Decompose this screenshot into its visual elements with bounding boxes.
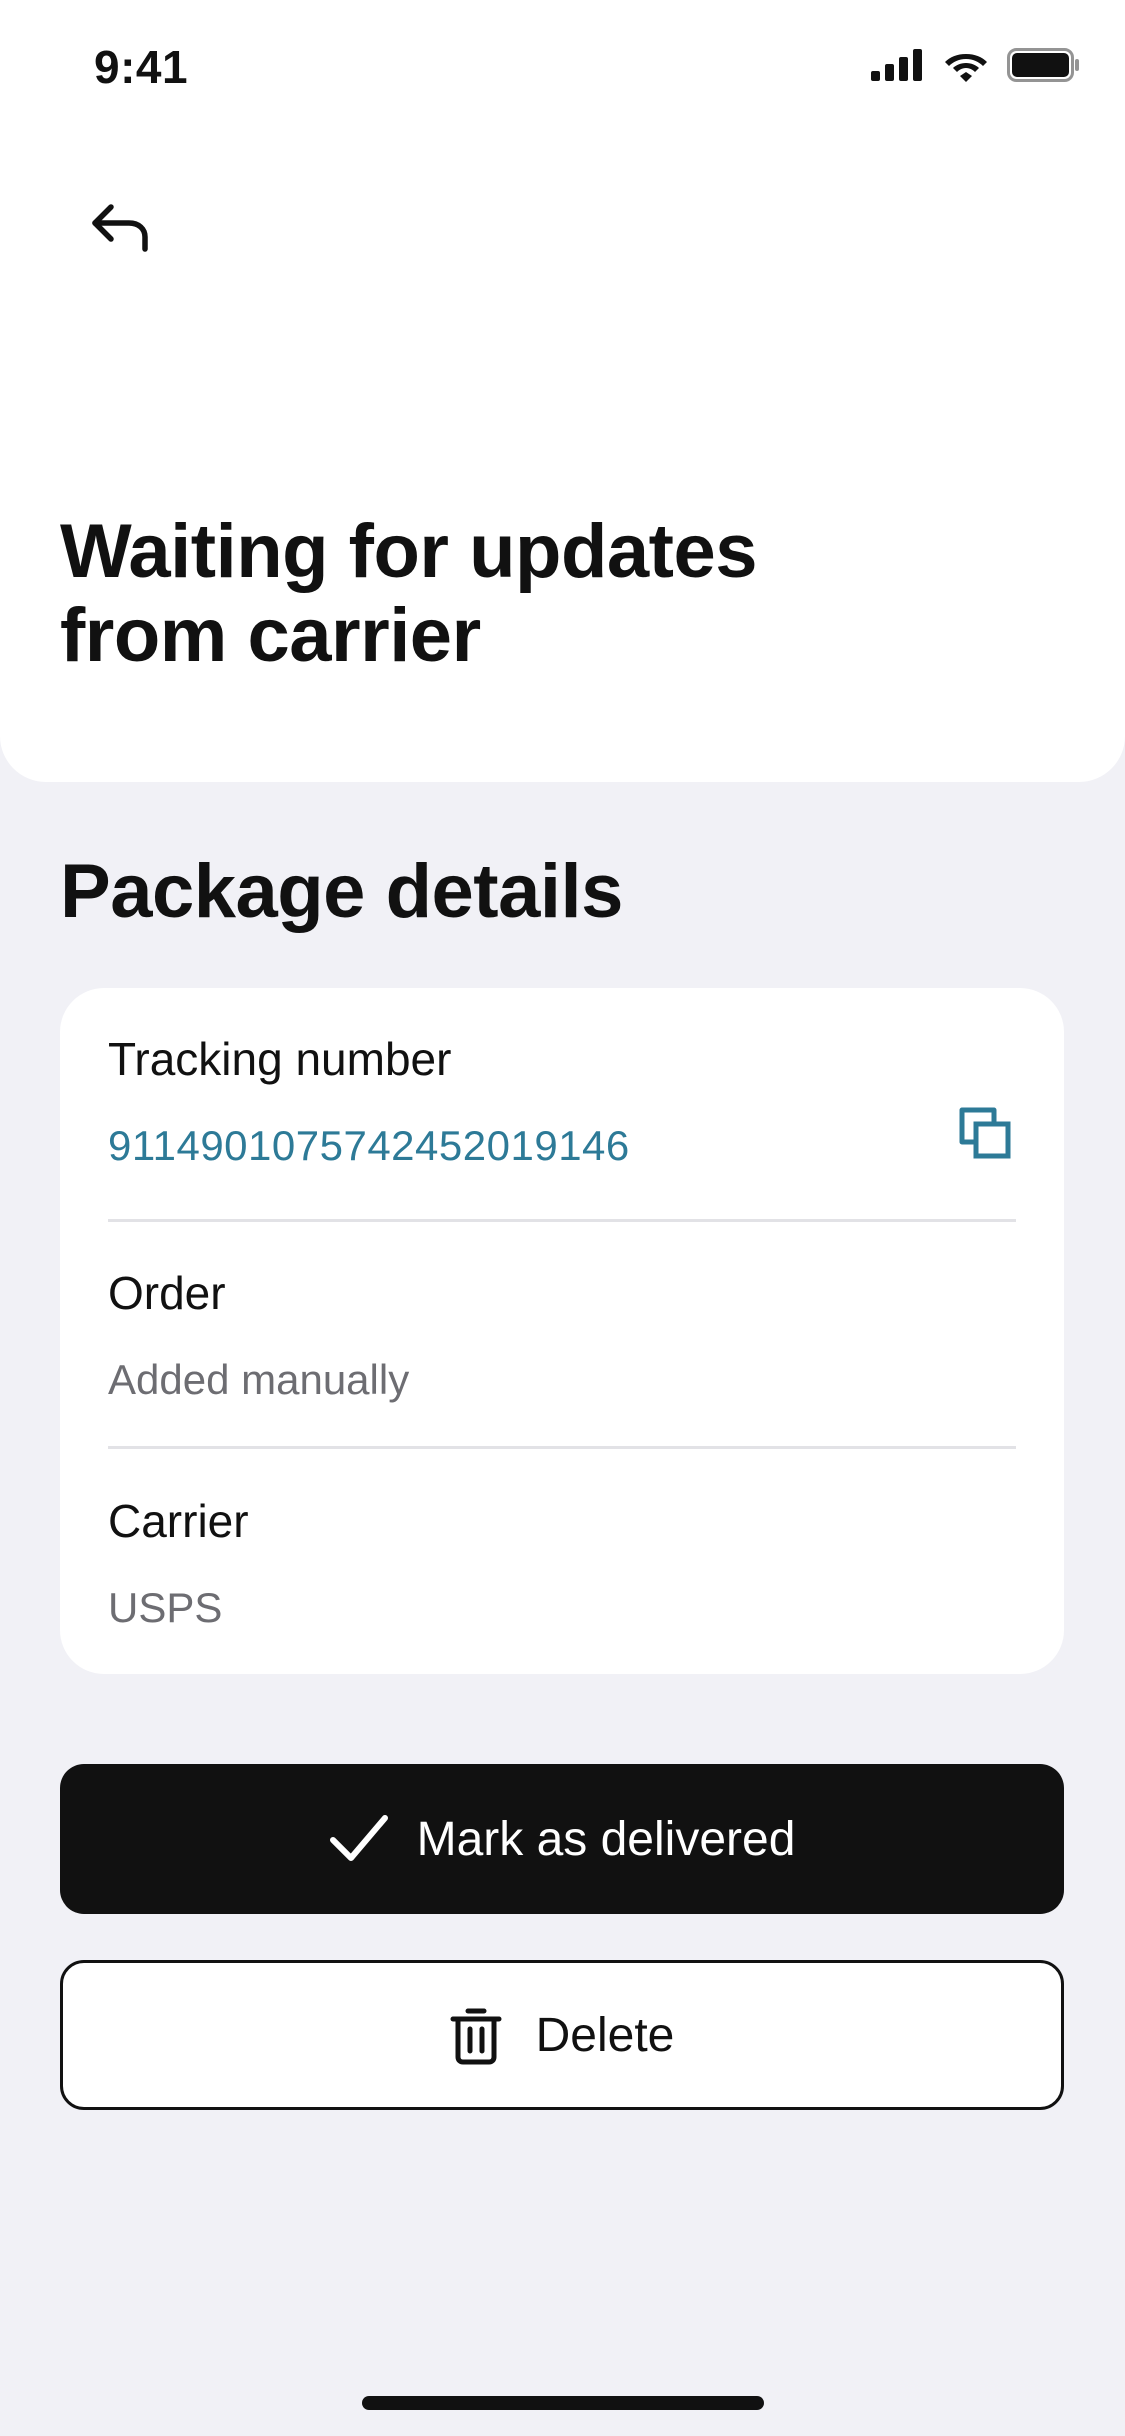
tracking-number-label: Tracking number xyxy=(108,1033,452,1085)
order-label: Order xyxy=(108,1267,226,1319)
page-title-line-2: from carrier xyxy=(60,593,481,678)
delete-label: Delete xyxy=(535,2008,675,2062)
battery-icon xyxy=(1007,48,1079,82)
package-details-card: Tracking number 9114901075742452019146 O… xyxy=(60,988,1064,1674)
divider xyxy=(108,1446,1016,1449)
section-title: Package details xyxy=(60,849,623,934)
back-button[interactable] xyxy=(72,180,168,276)
status-time: 9:41 xyxy=(94,41,189,93)
checkmark-icon xyxy=(329,1815,388,1861)
copy-tracking-button[interactable] xyxy=(950,1098,1020,1168)
package-detail-screen: 9:41 Waiting for updates from carrier Pa… xyxy=(0,0,1125,2436)
page-title-line-1: Waiting for updates xyxy=(60,509,758,594)
carrier-row: Carrier USPS xyxy=(108,1494,1016,1632)
carrier-label: Carrier xyxy=(108,1495,249,1547)
trash-icon xyxy=(450,2008,502,2065)
page-title: Waiting for updates from carrier xyxy=(60,510,1000,678)
mark-as-delivered-label: Mark as delivered xyxy=(416,1812,796,1866)
status-icons xyxy=(871,48,1081,82)
wifi-icon xyxy=(945,54,987,82)
copy-icon xyxy=(959,1107,1011,1159)
order-value: Added manually xyxy=(108,1356,410,1403)
divider xyxy=(108,1219,1016,1222)
cellular-signal-icon xyxy=(871,49,922,81)
back-arrow-icon xyxy=(92,204,148,252)
home-indicator[interactable] xyxy=(362,2396,764,2410)
order-row: Order Added manually xyxy=(108,1266,1016,1404)
carrier-value: USPS xyxy=(108,1584,223,1631)
tracking-number-value[interactable]: 9114901075742452019146 xyxy=(108,1122,1016,1170)
delete-button[interactable]: Delete xyxy=(60,1960,1064,2110)
tracking-number-row: Tracking number 9114901075742452019146 xyxy=(108,1032,1016,1170)
mark-as-delivered-button[interactable]: Mark as delivered xyxy=(60,1764,1064,1914)
